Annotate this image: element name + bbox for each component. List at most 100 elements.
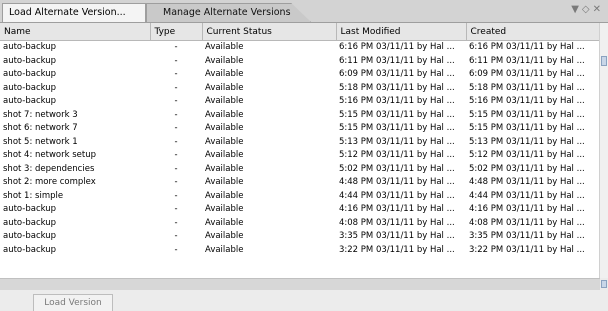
table-row[interactable]: shot 1: simple - Available 4:44 PM 03/11/11… (0, 190, 600, 204)
cell-created: 5:02 PM 03/11/11 by Hal ... (469, 163, 585, 174)
panel-controls: ▼◇✕ (571, 4, 604, 15)
vertical-scrollbar[interactable] (599, 23, 608, 278)
cell-status: Available (205, 177, 244, 188)
cell-name: auto-backup (3, 55, 57, 66)
table-row[interactable]: shot 5: network 1 - Available 5:13 PM 03/11… (0, 136, 600, 150)
cell-created: 5:15 PM 03/11/11 by Hal ... (469, 123, 585, 134)
column-header-created[interactable]: Created (466, 23, 601, 41)
panel-menu-icon[interactable]: ▼ (571, 4, 582, 15)
cell-type: - (174, 109, 178, 120)
cell-created: 3:22 PM 03/11/11 by Hal ... (469, 244, 585, 255)
cell-type: - (174, 231, 178, 242)
cell-name: auto-backup (3, 82, 57, 93)
load-version-button[interactable]: Load Version (33, 294, 113, 311)
cell-last-modified: 6:09 PM 03/11/11 by Hal ... (339, 69, 455, 80)
cell-created: 5:13 PM 03/11/11 by Hal ... (469, 136, 585, 147)
cell-last-modified: 5:12 PM 03/11/11 by Hal ... (339, 150, 455, 161)
cell-type: - (174, 42, 178, 53)
cell-type: - (174, 217, 178, 228)
cell-last-modified: 5:18 PM 03/11/11 by Hal ... (339, 82, 455, 93)
cell-type: - (174, 123, 178, 134)
cell-name: shot 4: network setup (3, 150, 97, 161)
cell-created: 4:48 PM 03/11/11 by Hal ... (469, 177, 585, 188)
cell-type: - (174, 96, 178, 107)
cell-type: - (174, 55, 178, 66)
table-row[interactable]: auto-backup - Available 6:09 PM 03/11/11 by… (0, 68, 600, 82)
versions-table-container: Name Type Current Status Last Modified C… (0, 23, 608, 278)
cell-last-modified: 4:08 PM 03/11/11 by Hal ... (339, 217, 455, 228)
cell-status: Available (205, 217, 244, 228)
cell-created: 4:16 PM 03/11/11 by Hal ... (469, 204, 585, 215)
table-row[interactable]: auto-backup - Available 3:35 PM 03/11/11 by… (0, 230, 600, 244)
cell-status: Available (205, 123, 244, 134)
cell-last-modified: 4:44 PM 03/11/11 by Hal ... (339, 190, 455, 201)
cell-name: auto-backup (3, 217, 57, 228)
cell-name: shot 3: dependencies (3, 163, 95, 174)
cell-created: 5:12 PM 03/11/11 by Hal ... (469, 150, 585, 161)
cell-type: - (174, 244, 178, 255)
column-header-status[interactable]: Current Status (202, 23, 337, 41)
cell-status: Available (205, 136, 244, 147)
table-row[interactable]: auto-backup - Available 5:18 PM 03/11/11 by… (0, 82, 600, 96)
cell-name: shot 7: network 3 (3, 109, 78, 120)
table-row[interactable]: auto-backup - Available 6:11 PM 03/11/11 by… (0, 55, 600, 69)
cell-last-modified: 6:11 PM 03/11/11 by Hal ... (339, 55, 455, 66)
versions-table: Name Type Current Status Last Modified C… (0, 23, 601, 257)
table-row[interactable]: auto-backup - Available 3:22 PM 03/11/11 by… (0, 244, 600, 258)
tab-load-alternate-version[interactable]: Load Alternate Version... (2, 3, 146, 22)
table-row[interactable]: shot 2: more complex - Available 4:48 PM 03… (0, 176, 600, 190)
table-row[interactable]: shot 7: network 3 - Available 5:15 PM 03/11… (0, 109, 600, 123)
cell-type: - (174, 190, 178, 201)
horizontal-scroll-thumb[interactable] (601, 280, 607, 288)
cell-status: Available (205, 244, 244, 255)
table-row[interactable]: shot 6: network 7 - Available 5:15 PM 03/11… (0, 122, 600, 136)
cell-status: Available (205, 69, 244, 80)
cell-name: auto-backup (3, 69, 57, 80)
cell-type: - (174, 163, 178, 174)
cell-created: 6:09 PM 03/11/11 by Hal ... (469, 69, 585, 80)
cell-created: 4:08 PM 03/11/11 by Hal ... (469, 217, 585, 228)
cell-status: Available (205, 204, 244, 215)
cell-name: auto-backup (3, 244, 57, 255)
cell-last-modified: 4:16 PM 03/11/11 by Hal ... (339, 204, 455, 215)
close-icon[interactable]: ✕ (593, 4, 604, 15)
cell-name: auto-backup (3, 204, 57, 215)
table-row[interactable]: auto-backup - Available 4:08 PM 03/11/11 by… (0, 217, 600, 231)
table-body: auto-backup - Available 6:16 PM 03/11/11 by… (0, 41, 600, 258)
cell-status: Available (205, 82, 244, 93)
float-icon[interactable]: ◇ (582, 4, 593, 15)
cell-status: Available (205, 55, 244, 66)
vertical-scroll-thumb[interactable] (601, 56, 607, 66)
tab-manage-alternate-versions[interactable]: Manage Alternate Versions (146, 3, 311, 22)
cell-status: Available (205, 96, 244, 107)
cell-last-modified: 4:48 PM 03/11/11 by Hal ... (339, 177, 455, 188)
horizontal-scrollbar[interactable] (0, 278, 600, 290)
table-row[interactable]: auto-backup - Available 5:16 PM 03/11/11 by… (0, 95, 600, 109)
cell-status: Available (205, 109, 244, 120)
cell-status: Available (205, 150, 244, 161)
cell-last-modified: 5:15 PM 03/11/11 by Hal ... (339, 123, 455, 134)
table-row[interactable]: shot 4: network setup - Available 5:12 PM 0… (0, 149, 600, 163)
cell-created: 6:16 PM 03/11/11 by Hal ... (469, 42, 585, 53)
cell-name: shot 5: network 1 (3, 136, 78, 147)
table-row[interactable]: auto-backup - Available 6:16 PM 03/11/11 by… (0, 41, 600, 55)
column-header-last-modified[interactable]: Last Modified (336, 23, 467, 41)
cell-status: Available (205, 42, 244, 53)
cell-name: shot 6: network 7 (3, 123, 78, 134)
cell-type: - (174, 82, 178, 93)
cell-created: 5:18 PM 03/11/11 by Hal ... (469, 82, 585, 93)
cell-name: shot 1: simple (3, 190, 64, 201)
table-row[interactable]: auto-backup - Available 4:16 PM 03/11/11 by… (0, 203, 600, 217)
column-header-type[interactable]: Type (150, 23, 203, 41)
cell-type: - (174, 69, 178, 80)
cell-created: 5:15 PM 03/11/11 by Hal ... (469, 109, 585, 120)
cell-type: - (174, 150, 178, 161)
cell-created: 5:16 PM 03/11/11 by Hal ... (469, 96, 585, 107)
column-header-name[interactable]: Name (0, 23, 151, 41)
cell-last-modified: 5:16 PM 03/11/11 by Hal ... (339, 96, 455, 107)
cell-last-modified: 3:35 PM 03/11/11 by Hal ... (339, 231, 455, 242)
cell-type: - (174, 136, 178, 147)
table-row[interactable]: shot 3: dependencies - Available 5:02 PM 03… (0, 163, 600, 177)
cell-status: Available (205, 190, 244, 201)
footer-bar: Load Version (0, 290, 608, 311)
